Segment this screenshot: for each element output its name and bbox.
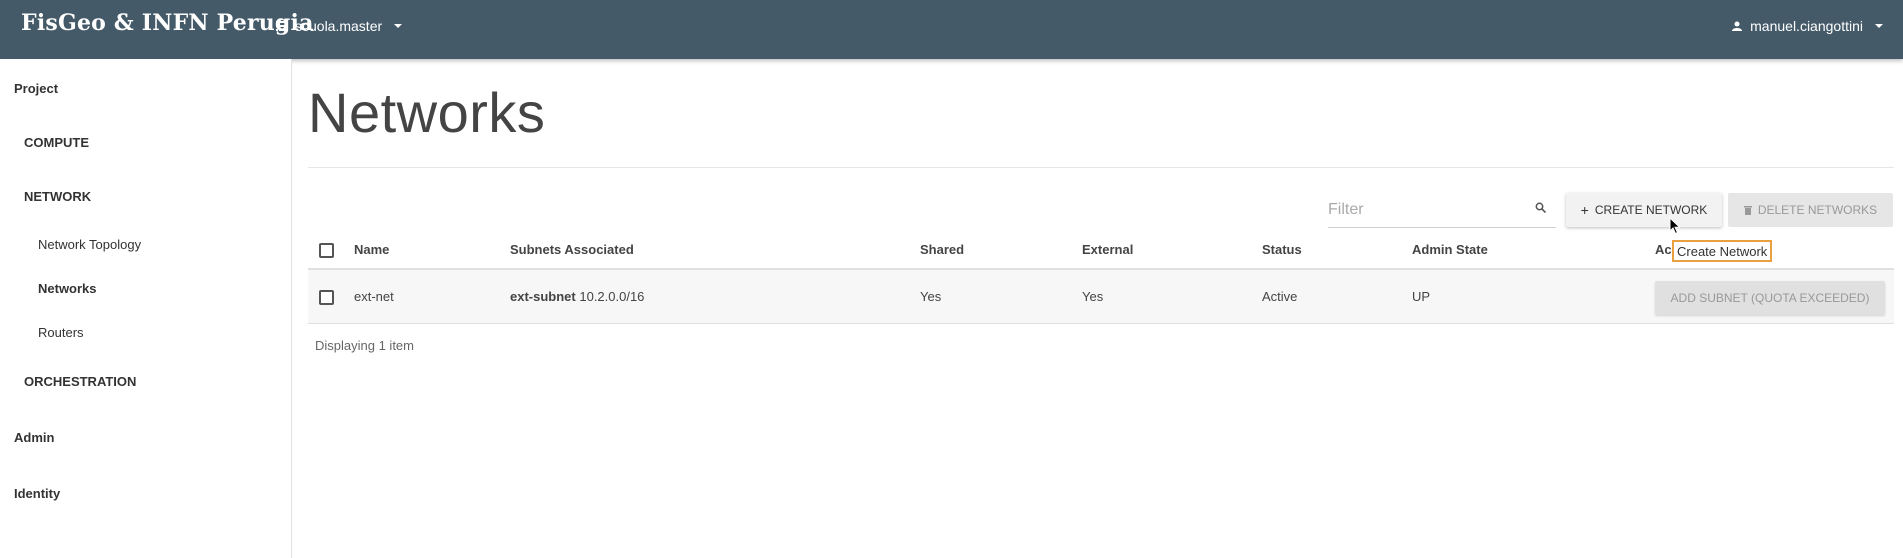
column-header-external[interactable]: External (1082, 242, 1133, 257)
top-navbar: FisGeo & INFN Perugia scuola.master manu… (0, 0, 1903, 59)
delete-networks-label: DELETE NETWORKS (1757, 203, 1878, 217)
plus-icon: + (1580, 202, 1589, 218)
status-value: Active (1262, 289, 1298, 304)
user-menu[interactable]: manuel.ciangottini (1732, 18, 1883, 34)
sidebar-item-compute[interactable]: COMPUTE (24, 135, 89, 150)
shared-value: Yes (920, 289, 942, 304)
subnet-name[interactable]: ext-subnet (510, 289, 576, 304)
sidebar-item-orchestration[interactable]: ORCHESTRATION (24, 374, 136, 389)
divider (308, 167, 1894, 168)
external-value: Yes (1082, 289, 1104, 304)
search-icon (1535, 202, 1546, 213)
page-title: Networks (308, 81, 546, 144)
column-header-admin-state[interactable]: Admin State (1412, 242, 1488, 257)
sidebar-item-admin[interactable]: Admin (14, 430, 54, 445)
item-count: Displaying 1 item (315, 338, 414, 353)
column-header-name[interactable]: Name (354, 242, 389, 257)
chevron-down-icon (1875, 24, 1883, 28)
select-all-checkbox[interactable] (319, 243, 334, 258)
sidebar-item-network-topology[interactable]: Network Topology (38, 237, 141, 252)
sidebar-item-identity[interactable]: Identity (14, 486, 60, 501)
add-subnet-button[interactable]: ADD SUBNET (QUOTA EXCEEDED) (1655, 281, 1885, 315)
create-network-tooltip: Create Network (1672, 240, 1773, 262)
user-name: manuel.ciangottini (1750, 18, 1863, 34)
subnet-cell: ext-subnet 10.2.0.0/16 (510, 289, 644, 304)
create-network-button[interactable]: + CREATE NETWORK (1566, 193, 1722, 227)
sidebar: Project COMPUTE NETWORK Network Topology… (0, 59, 292, 558)
column-header-status[interactable]: Status (1262, 242, 1302, 257)
column-header-subnets[interactable]: Subnets Associated (510, 242, 634, 257)
filter-box (1328, 192, 1556, 228)
user-icon (1732, 21, 1743, 31)
table-header: Name Subnets Associated Shared External … (308, 236, 1894, 270)
sidebar-item-project[interactable]: Project (14, 81, 58, 96)
sidebar-item-network[interactable]: NETWORK (24, 189, 91, 204)
delete-networks-button[interactable]: DELETE NETWORKS (1728, 193, 1893, 227)
trash-icon (1743, 206, 1752, 215)
create-network-label: CREATE NETWORK (1594, 203, 1708, 217)
project-switcher[interactable]: scuola.master (276, 18, 403, 34)
row-checkbox[interactable] (319, 290, 334, 305)
list-icon (276, 21, 287, 31)
mouse-cursor-icon (1669, 217, 1681, 235)
column-header-actions: Ac (1655, 242, 1672, 257)
brand-logo[interactable]: FisGeo & INFN Perugia (21, 10, 314, 36)
sidebar-item-networks[interactable]: Networks (38, 281, 97, 296)
network-name-link[interactable]: ext-net (354, 289, 394, 304)
sidebar-item-routers[interactable]: Routers (38, 325, 84, 340)
column-header-shared[interactable]: Shared (920, 242, 964, 257)
admin-state-value: UP (1412, 289, 1431, 304)
project-name: scuola.master (295, 18, 383, 34)
chevron-down-icon (394, 24, 403, 28)
table-row: ext-net ext-subnet 10.2.0.0/16 Yes Yes A… (308, 270, 1894, 324)
subnet-cidr: 10.2.0.0/16 (579, 289, 645, 304)
filter-input[interactable] (1328, 198, 1528, 222)
